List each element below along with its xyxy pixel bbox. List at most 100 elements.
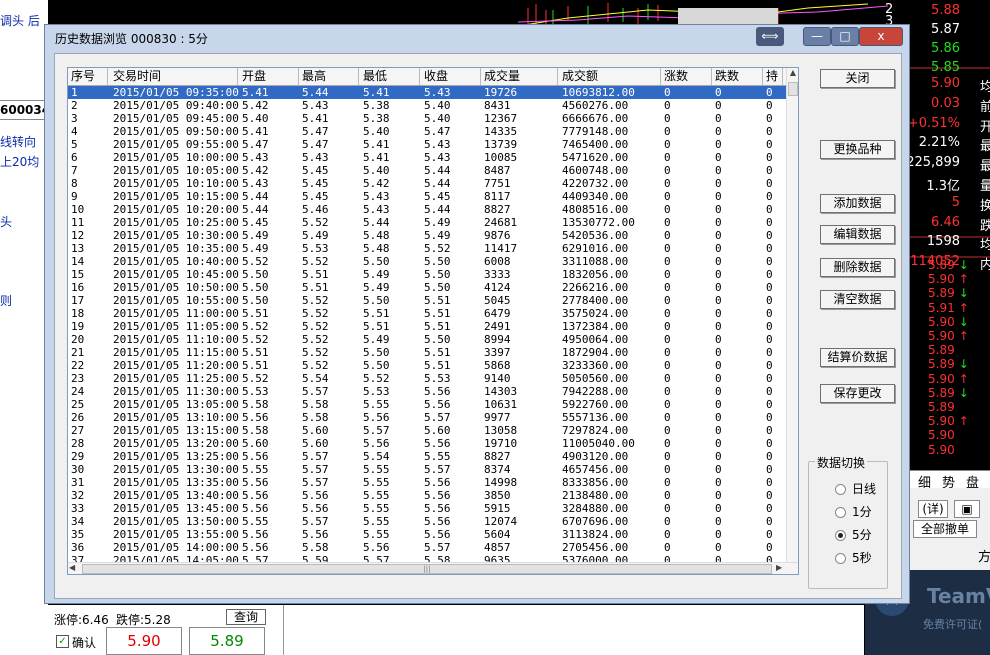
table-row[interactable]: 24 2015/01/05 11:30:00 5.53 5.57 5.53 5.56 143… bbox=[68, 385, 786, 398]
table-row[interactable]: 20 2015/01/05 11:10:00 5.52 5.52 5.49 5.50 899… bbox=[68, 333, 786, 346]
table-cell: 0 bbox=[664, 398, 671, 411]
table-row[interactable]: 1 2015/01/05 09:35:00 5.41 5.44 5.41 5.43 1972… bbox=[68, 86, 786, 99]
close-window-button[interactable]: x bbox=[859, 27, 903, 46]
vertical-scroll-thumb[interactable] bbox=[788, 82, 798, 96]
column-header[interactable]: 涨数 bbox=[661, 68, 712, 85]
table-row[interactable]: 26 2015/01/05 13:10:00 5.56 5.58 5.56 5.57 997… bbox=[68, 411, 786, 424]
column-header[interactable]: 最高 bbox=[299, 68, 359, 85]
table-cell: 5.43 bbox=[363, 190, 390, 203]
table-cell: 5.40 bbox=[424, 112, 451, 125]
table-cell: 5.42 bbox=[363, 177, 390, 190]
change-symbol-button[interactable]: 更换品种 bbox=[820, 140, 895, 159]
table-cell: 5.51 bbox=[424, 294, 451, 307]
table-cell: 8 bbox=[71, 177, 78, 190]
table-row[interactable]: 3 2015/01/05 09:45:00 5.40 5.41 5.38 5.40 1236… bbox=[68, 112, 786, 125]
radio-option[interactable]: 1分 bbox=[835, 503, 872, 520]
horizontal-scroll-thumb[interactable]: ||| bbox=[82, 564, 772, 574]
table-cell: 0 bbox=[664, 528, 671, 541]
table-cell: 7942288.00 bbox=[562, 385, 629, 398]
table-row[interactable]: 14 2015/01/05 10:40:00 5.52 5.52 5.50 5.50 600… bbox=[68, 255, 786, 268]
minimize-button[interactable]: — bbox=[803, 27, 831, 46]
table-row[interactable]: 33 2015/01/05 13:45:00 5.56 5.56 5.55 5.56 591… bbox=[68, 502, 786, 515]
table-row[interactable]: 18 2015/01/05 11:00:00 5.51 5.52 5.51 5.51 647… bbox=[68, 307, 786, 320]
table-row[interactable]: 9 2015/01/05 10:15:00 5.44 5.45 5.43 5.45 8117… bbox=[68, 190, 786, 203]
column-header[interactable]: 收盘 bbox=[421, 68, 481, 85]
scroll-up-icon[interactable]: ▲ bbox=[787, 68, 798, 80]
radio-dot-icon[interactable] bbox=[835, 530, 846, 541]
delete-data-button[interactable]: 删除数据 bbox=[820, 258, 895, 277]
tick-arrow-icon: ↓ bbox=[958, 357, 969, 372]
table-cell: 0 bbox=[715, 489, 722, 502]
square-button[interactable]: ▣ bbox=[954, 500, 980, 518]
radio-option[interactable]: 5秒 bbox=[835, 549, 872, 566]
table-row[interactable]: 13 2015/01/05 10:35:00 5.49 5.53 5.48 5.52 114… bbox=[68, 242, 786, 255]
edit-data-button[interactable]: 编辑数据 bbox=[820, 225, 895, 244]
table-row[interactable]: 36 2015/01/05 14:00:00 5.56 5.58 5.56 5.57 485… bbox=[68, 541, 786, 554]
radio-option[interactable]: 5分 bbox=[835, 526, 872, 543]
maximize-button[interactable]: □ bbox=[831, 27, 859, 46]
table-cell: 2015/01/05 09:50:00 bbox=[113, 125, 239, 138]
table-row[interactable]: 11 2015/01/05 10:25:00 5.45 5.52 5.44 5.49 246… bbox=[68, 216, 786, 229]
table-row[interactable]: 16 2015/01/05 10:50:00 5.50 5.51 5.49 5.50 412… bbox=[68, 281, 786, 294]
column-header[interactable]: 开盘 bbox=[239, 68, 299, 85]
clear-data-button[interactable]: 清空数据 bbox=[820, 290, 895, 309]
horizontal-scrollbar[interactable]: ◀ ||| ▶ bbox=[68, 562, 798, 574]
table-row[interactable]: 19 2015/01/05 11:05:00 5.52 5.52 5.51 5.51 249… bbox=[68, 320, 786, 333]
column-header[interactable]: 成交量 bbox=[481, 68, 558, 85]
table-row[interactable]: 35 2015/01/05 13:55:00 5.56 5.56 5.55 5.56 560… bbox=[68, 528, 786, 541]
table-cell: 0 bbox=[664, 489, 671, 502]
table-cell: 5.49 bbox=[302, 229, 329, 242]
add-data-button[interactable]: 添加数据 bbox=[820, 194, 895, 213]
detail-button[interactable]: (详) bbox=[918, 500, 948, 518]
table-row[interactable]: 7 2015/01/05 10:05:00 5.42 5.45 5.40 5.44 8487… bbox=[68, 164, 786, 177]
table-cell: 0 bbox=[715, 99, 722, 112]
tick-row: 5.90 ↓ bbox=[928, 315, 969, 329]
table-row[interactable]: 15 2015/01/05 10:45:00 5.50 5.51 5.49 5.50 333… bbox=[68, 268, 786, 281]
query-button[interactable]: 查询 bbox=[226, 609, 266, 625]
table-row[interactable]: 32 2015/01/05 13:40:00 5.56 5.56 5.55 5.56 385… bbox=[68, 489, 786, 502]
table-row[interactable]: 21 2015/01/05 11:15:00 5.51 5.52 5.50 5.51 339… bbox=[68, 346, 786, 359]
table-row[interactable]: 12 2015/01/05 10:30:00 5.49 5.49 5.48 5.49 987… bbox=[68, 229, 786, 242]
table-row[interactable]: 23 2015/01/05 11:25:00 5.52 5.54 5.52 5.53 914… bbox=[68, 372, 786, 385]
table-row[interactable]: 2 2015/01/05 09:40:00 5.42 5.43 5.38 5.40 8431… bbox=[68, 99, 786, 112]
scroll-left-icon[interactable]: ◀ bbox=[69, 563, 75, 572]
table-row[interactable]: 28 2015/01/05 13:20:00 5.60 5.60 5.56 5.56 197… bbox=[68, 437, 786, 450]
table-row[interactable]: 5 2015/01/05 09:55:00 5.47 5.47 5.41 5.43 1373… bbox=[68, 138, 786, 151]
table-row[interactable]: 17 2015/01/05 10:55:00 5.50 5.52 5.50 5.51 504… bbox=[68, 294, 786, 307]
radio-dot-icon[interactable] bbox=[835, 484, 846, 495]
table-row[interactable]: 27 2015/01/05 13:15:00 5.58 5.60 5.57 5.60 130… bbox=[68, 424, 786, 437]
cancel-all-button[interactable]: 全部撤单 bbox=[913, 520, 977, 538]
confirm-checkbox[interactable]: ✓ bbox=[56, 635, 69, 648]
column-header[interactable]: 跌数 bbox=[712, 68, 763, 85]
table-cell: 9 bbox=[71, 190, 78, 203]
vertical-scrollbar[interactable]: ▲ bbox=[786, 68, 798, 562]
table-row[interactable]: 4 2015/01/05 09:50:00 5.41 5.47 5.40 5.47 1433… bbox=[68, 125, 786, 138]
table-row[interactable]: 6 2015/01/05 10:00:00 5.43 5.43 5.41 5.43 1008… bbox=[68, 151, 786, 164]
column-header[interactable]: 最低 bbox=[360, 68, 420, 85]
table-row[interactable]: 8 2015/01/05 10:10:00 5.43 5.45 5.42 5.44 7751… bbox=[68, 177, 786, 190]
radio-label: 1分 bbox=[852, 505, 872, 519]
column-header[interactable]: 序号 bbox=[68, 68, 108, 85]
table-row[interactable]: 30 2015/01/05 13:30:00 5.55 5.57 5.55 5.57 837… bbox=[68, 463, 786, 476]
column-header[interactable]: 交易时间 bbox=[110, 68, 238, 85]
sell-price[interactable]: 5.89 bbox=[189, 627, 265, 655]
save-changes-button[interactable]: 保存更改 bbox=[820, 384, 895, 403]
table-row[interactable]: 31 2015/01/05 13:35:00 5.56 5.57 5.55 5.56 149… bbox=[68, 476, 786, 489]
radio-option[interactable]: 日线 bbox=[835, 480, 876, 497]
radio-dot-icon[interactable] bbox=[835, 553, 846, 564]
table-row[interactable]: 34 2015/01/05 13:50:00 5.55 5.57 5.55 5.56 120… bbox=[68, 515, 786, 528]
radio-dot-icon[interactable] bbox=[835, 507, 846, 518]
column-header[interactable]: 成交额 bbox=[559, 68, 661, 85]
scroll-right-icon[interactable]: ▶ bbox=[776, 563, 782, 572]
column-header[interactable]: 持 bbox=[763, 68, 783, 85]
quote-value: 0.03 bbox=[931, 95, 960, 111]
resize-button[interactable]: ⟺ bbox=[756, 27, 784, 46]
buy-price[interactable]: 5.90 bbox=[106, 627, 182, 655]
close-button[interactable]: 关闭 bbox=[820, 69, 895, 88]
table-row[interactable]: 29 2015/01/05 13:25:00 5.56 5.57 5.54 5.55 882… bbox=[68, 450, 786, 463]
table-row[interactable]: 25 2015/01/05 13:05:00 5.58 5.58 5.55 5.56 106… bbox=[68, 398, 786, 411]
data-table[interactable]: 序号 交易时间 开盘 最高 最低 收盘 成交量 成交额 涨数 跌数持 1 2015/01/05 09… bbox=[67, 67, 799, 575]
table-row[interactable]: 22 2015/01/05 11:20:00 5.51 5.52 5.50 5.51 586… bbox=[68, 359, 786, 372]
settlement-data-button[interactable]: 结算价数据 bbox=[820, 348, 895, 367]
table-row[interactable]: 10 2015/01/05 10:20:00 5.44 5.46 5.43 5.44 882… bbox=[68, 203, 786, 216]
